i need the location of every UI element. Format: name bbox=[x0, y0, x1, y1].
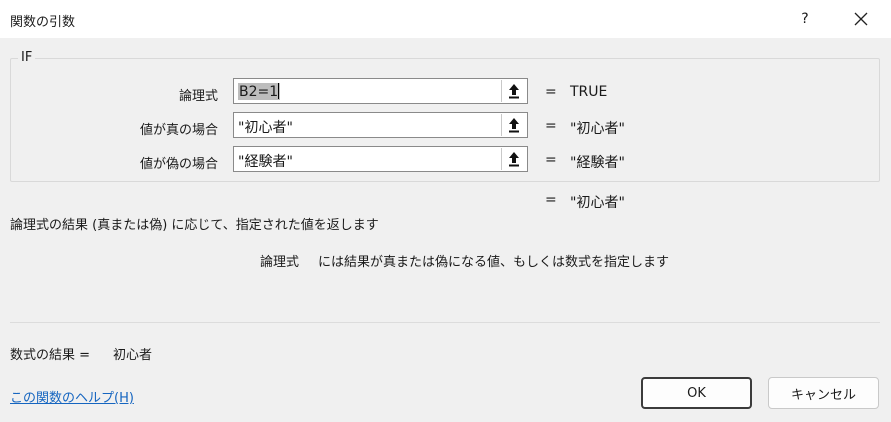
equals-sign: = bbox=[545, 118, 557, 134]
equals-sign: = bbox=[545, 152, 557, 168]
logical-test-input[interactable]: B2=1 bbox=[233, 78, 528, 104]
value-if-false-input[interactable]: "経験者" bbox=[233, 146, 528, 172]
cancel-button[interactable]: キャンセル bbox=[768, 377, 879, 409]
collapse-dialog-icon bbox=[509, 118, 519, 133]
collapse-dialog-icon bbox=[509, 152, 519, 167]
value-if-false-ref-button[interactable] bbox=[501, 148, 526, 170]
value-if-true-value: "初心者" bbox=[238, 120, 293, 136]
formula-result-value: 初心者 bbox=[113, 348, 153, 363]
logical-test-ref-button[interactable] bbox=[501, 80, 526, 102]
overall-result: "初心者" bbox=[570, 195, 625, 211]
value-if-true-result: "初心者" bbox=[570, 121, 625, 137]
arg-label-value-if-true: 値が真の場合 bbox=[139, 123, 218, 138]
formula-result-label: 数式の結果 = bbox=[10, 348, 91, 363]
function-name: IF bbox=[18, 50, 36, 65]
title-bar: 関数の引数 ? bbox=[0, 0, 891, 38]
function-help-link[interactable]: この関数のヘルプ(H) bbox=[10, 387, 134, 406]
logical-test-value: B2=1 bbox=[238, 83, 281, 100]
arg-help-name: 論理式 bbox=[260, 255, 300, 270]
dialog-title: 関数の引数 bbox=[10, 15, 76, 30]
arg-label-value-if-false: 値が偽の場合 bbox=[139, 157, 218, 172]
arg-help-text: には結果が真または偽になる値、もしくは数式を指定します bbox=[318, 255, 670, 270]
ok-button[interactable]: OK bbox=[641, 377, 752, 409]
value-if-true-ref-button[interactable] bbox=[501, 114, 526, 136]
close-button[interactable] bbox=[842, 0, 880, 38]
collapse-dialog-icon bbox=[509, 84, 519, 99]
equals-sign: = bbox=[545, 84, 557, 100]
logical-test-result: TRUE bbox=[570, 84, 608, 100]
help-button[interactable]: ? bbox=[790, 0, 820, 38]
value-if-false-result: "経験者" bbox=[570, 155, 625, 171]
function-description: 論理式の結果 (真または偽) に応じて、指定された値を返します bbox=[10, 218, 379, 233]
value-if-false-value: "経験者" bbox=[238, 154, 293, 170]
arg-label-logical-test: 論理式 bbox=[178, 89, 218, 104]
divider bbox=[10, 322, 880, 323]
close-icon bbox=[854, 12, 868, 26]
value-if-true-input[interactable]: "初心者" bbox=[233, 112, 528, 138]
equals-sign: = bbox=[545, 192, 557, 208]
